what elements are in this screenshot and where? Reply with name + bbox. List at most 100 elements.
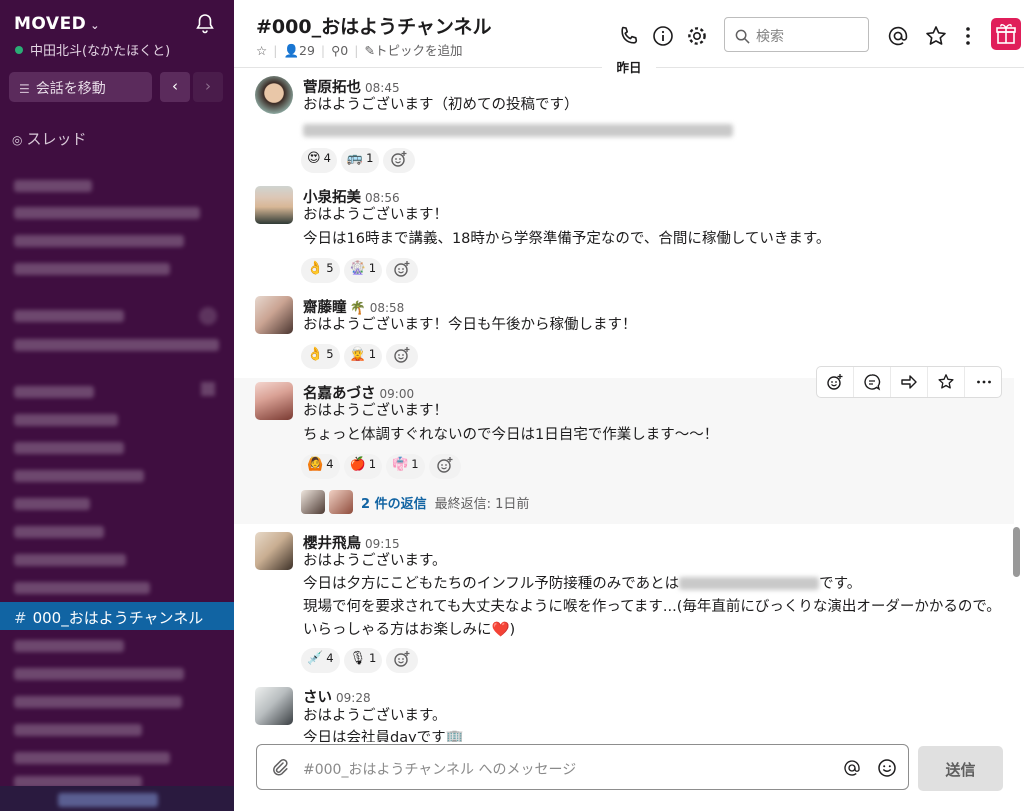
workspace-switcher[interactable]: MOVED ⌄ xyxy=(14,14,100,34)
info-icon[interactable] xyxy=(651,24,675,48)
phone-icon[interactable] xyxy=(617,24,641,48)
avatar[interactable] xyxy=(255,532,293,570)
bell-icon[interactable] xyxy=(193,12,217,36)
blurred-sidebar-item[interactable] xyxy=(14,442,124,454)
blurred-sidebar-item[interactable] xyxy=(14,640,124,652)
reaction-pill[interactable]: 🍎 1 xyxy=(343,454,383,479)
history-forward-button[interactable]: › xyxy=(193,72,223,102)
search-placeholder: 検索 xyxy=(756,29,784,45)
message-author[interactable]: さい xyxy=(303,690,332,706)
message-time[interactable]: 08:56 xyxy=(365,191,400,205)
reaction-pill[interactable]: 🙆 4 xyxy=(301,454,340,479)
blurred-sidebar-item[interactable] xyxy=(14,724,142,736)
members-icon[interactable]: 👤 xyxy=(283,43,299,58)
avatar[interactable] xyxy=(255,186,293,224)
scrollbar-thumb[interactable] xyxy=(1013,527,1020,577)
avatar[interactable] xyxy=(255,687,293,725)
blurred-sidebar-item[interactable] xyxy=(14,207,200,219)
send-button[interactable]: 送信 xyxy=(918,746,1003,791)
reaction-pill[interactable]: 👘 1 xyxy=(386,454,425,479)
pencil-icon: ✎ xyxy=(364,43,375,58)
reaction-pill[interactable]: 👌 5 xyxy=(301,258,340,283)
message-text: ちょっと体調すぐれないので今日は1日自宅で作業します〜〜！ xyxy=(303,427,719,443)
avatar[interactable] xyxy=(255,76,293,114)
message-time[interactable]: 08:45 xyxy=(365,81,400,95)
gear-icon[interactable] xyxy=(685,24,709,48)
avatar[interactable] xyxy=(255,382,293,420)
thread-replies-link[interactable]: 2 件の返信 xyxy=(361,497,427,512)
message-composer[interactable]: #000_おはようチャンネル へのメッセージ xyxy=(256,744,909,790)
message-text: 今日は会社員dayです🏢 xyxy=(303,730,464,742)
blurred-sidebar-item[interactable] xyxy=(14,696,182,708)
reaction-pill[interactable]: 🧝 1 xyxy=(343,344,383,369)
blurred-sidebar-footer-item[interactable] xyxy=(58,793,158,807)
blurred-sidebar-item[interactable] xyxy=(14,339,219,351)
thread-summary[interactable]: 2 件の返信 最終返信: 1日前 xyxy=(301,490,529,516)
history-back-button[interactable]: ‹ xyxy=(160,72,190,102)
message[interactable]: 櫻井飛鳥 09:15 おはようございます。 今日は夕方にこどもたちのインフル予防接… xyxy=(234,528,1014,678)
reaction-pill[interactable]: 🎡 1 xyxy=(343,258,383,283)
sidebar-item-threads[interactable]: ◎ スレッド xyxy=(12,128,87,149)
avatar[interactable] xyxy=(255,296,293,334)
blurred-sidebar-item[interactable] xyxy=(14,752,170,764)
star-icon[interactable] xyxy=(924,24,948,48)
add-reaction-button[interactable] xyxy=(383,148,416,173)
emoji-icon[interactable] xyxy=(877,758,897,778)
blurred-sidebar-item[interactable] xyxy=(14,668,184,680)
sidebar-item-active-channel[interactable]: #000_おはようチャンネル xyxy=(0,602,234,630)
add-reaction-button[interactable] xyxy=(428,454,461,479)
message[interactable]: 小泉拓美 08:56 おはようございます！ 今日は16時まで講義、18時から学祭準… xyxy=(234,182,1014,290)
share-action[interactable] xyxy=(891,367,928,397)
add-reaction-button[interactable] xyxy=(386,258,419,283)
add-reaction-action[interactable] xyxy=(817,367,854,397)
add-reaction-button[interactable] xyxy=(386,344,419,369)
reaction-pill[interactable]: 😍 4 xyxy=(301,148,337,173)
message-time[interactable]: 09:15 xyxy=(365,537,400,551)
blurred-section-action[interactable] xyxy=(199,307,217,325)
more-vertical-icon[interactable] xyxy=(956,24,980,48)
reactions-bar: 👌 5 🧝 1 xyxy=(301,344,419,369)
message[interactable]: 菅原拓也 08:45 おはようございます（初めての投稿です） 😍 4 🚌 1 xyxy=(234,72,1014,180)
add-reaction-icon xyxy=(827,374,843,390)
reaction-pill[interactable]: 🚌 1 xyxy=(340,148,380,173)
blurred-section-action[interactable] xyxy=(201,382,215,396)
mentions-icon[interactable] xyxy=(886,24,910,48)
blurred-sidebar-item[interactable] xyxy=(14,582,150,594)
add-reaction-button[interactable] xyxy=(386,648,419,673)
message-time[interactable]: 09:00 xyxy=(380,387,415,401)
blurred-sidebar-item[interactable] xyxy=(14,235,184,247)
paperclip-icon[interactable] xyxy=(271,758,289,778)
star-icon[interactable]: ☆ xyxy=(256,43,267,58)
blurred-sidebar-item[interactable] xyxy=(14,414,118,426)
pin-icon[interactable]: ⚲ xyxy=(331,43,340,58)
blurred-sidebar-item[interactable] xyxy=(14,554,126,566)
blurred-sidebar-item[interactable] xyxy=(14,526,104,538)
blurred-sidebar-item[interactable] xyxy=(14,263,170,275)
channel-title[interactable]: #000_おはようチャンネル xyxy=(256,12,492,39)
share-arrow-icon xyxy=(901,375,917,389)
current-user[interactable]: 中田北斗(なかたほくと) xyxy=(15,40,170,59)
channel-view: #000_おはようチャンネル ☆ | 👤29 | ⚲0 | ✎トピックを追加 検索 昨日 菅… xyxy=(234,0,1024,811)
reaction-pill[interactable]: 👌 5 xyxy=(301,344,340,369)
reply-in-thread-action[interactable] xyxy=(854,367,891,397)
reaction-pill[interactable]: 💉 4 xyxy=(301,648,340,673)
message-text: 現場で何を要求されても大丈夫なように喉を作ってます...(毎年直前にびっくりな演… xyxy=(303,599,1001,638)
message-time[interactable]: 08:58 xyxy=(370,301,405,315)
gift-button[interactable] xyxy=(991,18,1021,50)
blurred-sidebar-item[interactable] xyxy=(14,498,90,510)
chevron-down-icon: ⌄ xyxy=(90,19,101,32)
add-topic-link[interactable]: トピックを追加 xyxy=(375,43,463,58)
mention-icon[interactable] xyxy=(842,758,862,778)
search-input[interactable]: 検索 xyxy=(724,17,869,52)
more-actions[interactable] xyxy=(965,367,1002,397)
reactions-bar: 👌 5 🎡 1 xyxy=(301,258,419,283)
message-time[interactable]: 09:28 xyxy=(336,691,371,705)
save-action[interactable] xyxy=(928,367,965,397)
reaction-pill[interactable]: 🎙 1 xyxy=(343,648,383,673)
pins-count[interactable]: 0 xyxy=(340,43,348,58)
members-count[interactable]: 29 xyxy=(299,43,315,58)
message[interactable]: さい 09:28 おはようございます。 今日は会社員dayです🏢 xyxy=(234,684,1014,742)
jump-to-conversation-button[interactable]: ☰ 会話を移動 xyxy=(9,72,152,102)
message[interactable]: 齋藤瞳 🌴 08:58 おはようございます！今日も午後から稼働します！ 👌 5 🧝 1 xyxy=(234,292,1014,376)
blurred-sidebar-item[interactable] xyxy=(14,470,144,482)
